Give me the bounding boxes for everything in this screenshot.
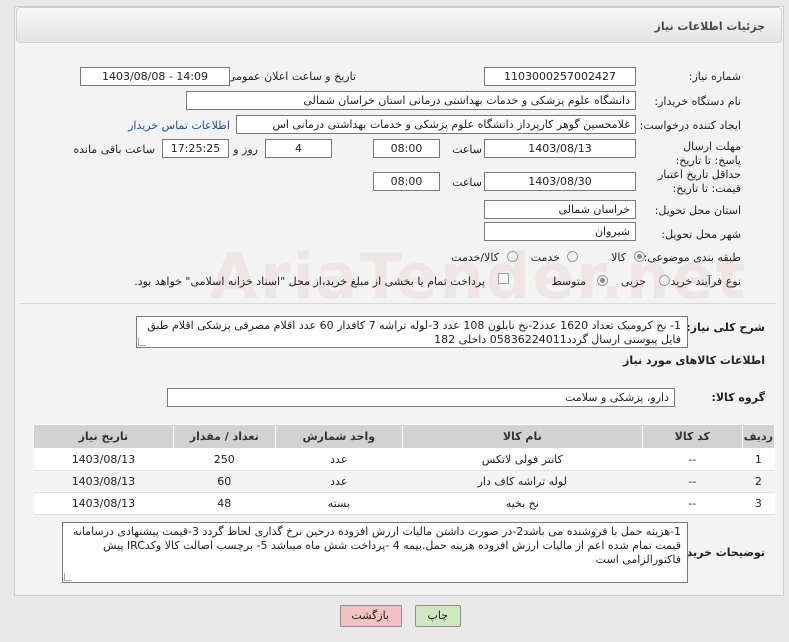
cell-unit: عدد <box>275 470 403 493</box>
panel-header: جزئیات اطلاعات نیاز <box>16 7 782 43</box>
resize-handle-icon[interactable] <box>64 573 72 581</box>
cell-name: لوله تراشه کاف دار <box>402 470 643 493</box>
goods-info-title: اطلاعات کالاهای مورد نیاز <box>623 354 765 367</box>
goods-group-field: دارو، پزشکی و سلامت <box>167 388 675 407</box>
buyer-contact-link[interactable]: اطلاعات تماس خریدار <box>128 119 230 132</box>
cell-code: -- <box>642 492 743 515</box>
items-table: ردیف کد کالا نام کالا واحد شمارش تعداد /… <box>33 424 776 515</box>
table-row: 2 -- لوله تراشه کاف دار عدد 60 1403/08/1… <box>33 470 775 493</box>
need-number-field: 1103000257002427 <box>484 67 636 86</box>
category-radio-goods[interactable] <box>634 251 645 262</box>
summary-textarea: 1- نخ کرومیک تعداد 1620 عدد2-نخ نایلون 1… <box>136 316 688 348</box>
treasury-payment-checkbox[interactable] <box>498 273 509 284</box>
cell-row-number: 3 <box>742 492 775 515</box>
goods-group-label: گروه کالا: <box>711 391 765 404</box>
requester-label: ایجاد کننده درخواست: <box>639 119 741 132</box>
purchase-type-label: نوع فرآیند خرید : <box>663 275 741 288</box>
col-header-row-number: ردیف <box>741 424 776 449</box>
cell-row-number: 1 <box>742 448 775 471</box>
province-label: استان محل تحویل: <box>654 204 741 217</box>
cell-name: کاتتر فولی لاتکس <box>402 448 643 471</box>
city-label: شهر محل تحویل: <box>661 228 741 241</box>
purchase-type-radio-medium[interactable] <box>597 275 608 286</box>
treasury-payment-note: پرداخت تمام یا بخشی از مبلغ خرید،از محل … <box>134 275 485 288</box>
requester-field: غلامحسین گوهر کارپرداز دانشگاه علوم پزشک… <box>236 115 636 134</box>
purchase-type-option-minor: جزیی <box>620 275 646 288</box>
cell-quantity: 48 <box>173 492 276 515</box>
reply-deadline-label: مهلت ارسال پاسخ: تا تاریخ: <box>675 140 741 167</box>
price-validity-time-field: 08:00 <box>373 172 440 191</box>
need-number-label: شماره نیاز: <box>688 70 741 83</box>
cell-unit: عدد <box>275 448 403 471</box>
price-validity-time-label: ساعت <box>452 176 482 189</box>
category-radio-goods-service[interactable] <box>507 251 518 262</box>
category-option-goods-service: کالا/خدمت <box>451 251 499 264</box>
table-header-row: ردیف کد کالا نام کالا واحد شمارش تعداد /… <box>33 424 776 449</box>
cell-name: نخ بخیه <box>402 492 643 515</box>
price-validity-label: حداقل تاریخ اعتبار قیمت: تا تاریخ: <box>657 168 741 195</box>
cell-unit: بسته <box>275 492 403 515</box>
buyer-notes-textarea: 1-هزینه حمل با فروشنده می باشد2-در صورت … <box>62 522 688 583</box>
col-header-code: کد کالا <box>641 424 743 449</box>
print-button[interactable]: چاپ <box>415 605 461 627</box>
buyer-notes-text: 1-هزینه حمل با فروشنده می باشد2-در صورت … <box>72 525 681 566</box>
remaining-days-label: روز و <box>233 143 258 156</box>
resize-handle-icon[interactable] <box>138 338 146 346</box>
section-divider <box>20 303 776 304</box>
reply-deadline-time-label: ساعت <box>452 143 482 156</box>
price-validity-date-field: 1403/08/30 <box>484 172 636 191</box>
col-header-unit: واحد شمارش <box>274 424 403 449</box>
city-field: شیروان <box>484 222 636 241</box>
reply-deadline-time-field: 08:00 <box>373 139 440 158</box>
province-field: خراسان شمالی <box>484 200 636 219</box>
remaining-time-field: 17:25:25 <box>162 139 229 158</box>
category-option-service: خدمت <box>530 251 560 264</box>
back-button[interactable]: بازگشت <box>340 605 402 627</box>
purchase-type-option-medium: متوسط <box>551 275 586 288</box>
remaining-time-label: ساعت باقی مانده <box>73 143 155 156</box>
cell-code: -- <box>642 448 743 471</box>
col-header-need-date: تاریخ نیاز <box>33 424 174 449</box>
col-header-quantity: تعداد / مقدار <box>172 424 276 449</box>
remaining-days-field: 4 <box>265 139 332 158</box>
purchase-type-radio-minor[interactable] <box>659 275 670 286</box>
reply-deadline-date-field: 1403/08/13 <box>484 139 636 158</box>
buyer-org-field: دانشگاه علوم پزشکی و خدمات بهداشتی درمان… <box>186 91 636 110</box>
table-row: 1 -- کاتتر فولی لاتکس عدد 250 1403/08/13 <box>33 448 775 471</box>
category-option-goods: کالا <box>611 251 626 264</box>
category-radio-service[interactable] <box>567 251 578 262</box>
summary-label: شرح کلی نیاز: <box>686 321 765 334</box>
cell-need-date: 1403/08/13 <box>33 470 174 493</box>
summary-text: 1- نخ کرومیک تعداد 1620 عدد2-نخ نایلون 1… <box>147 319 681 346</box>
category-label: طبقه بندی موضوعی: <box>643 251 741 264</box>
cell-code: -- <box>642 470 743 493</box>
buyer-org-label: نام دستگاه خریدار: <box>654 95 741 108</box>
panel-title: جزئیات اطلاعات نیاز <box>654 20 766 33</box>
cell-row-number: 2 <box>742 470 775 493</box>
col-header-name: نام کالا <box>401 424 643 449</box>
cell-quantity: 60 <box>173 470 276 493</box>
announce-datetime-field: 1403/08/08 - 14:09 <box>80 67 230 86</box>
announce-datetime-label: تاریخ و ساعت اعلان عمومی: <box>223 70 356 83</box>
cell-need-date: 1403/08/13 <box>33 448 174 471</box>
table-row: 3 -- نخ بخیه بسته 48 1403/08/13 <box>33 492 775 515</box>
cell-quantity: 250 <box>173 448 276 471</box>
cell-need-date: 1403/08/13 <box>33 492 174 515</box>
